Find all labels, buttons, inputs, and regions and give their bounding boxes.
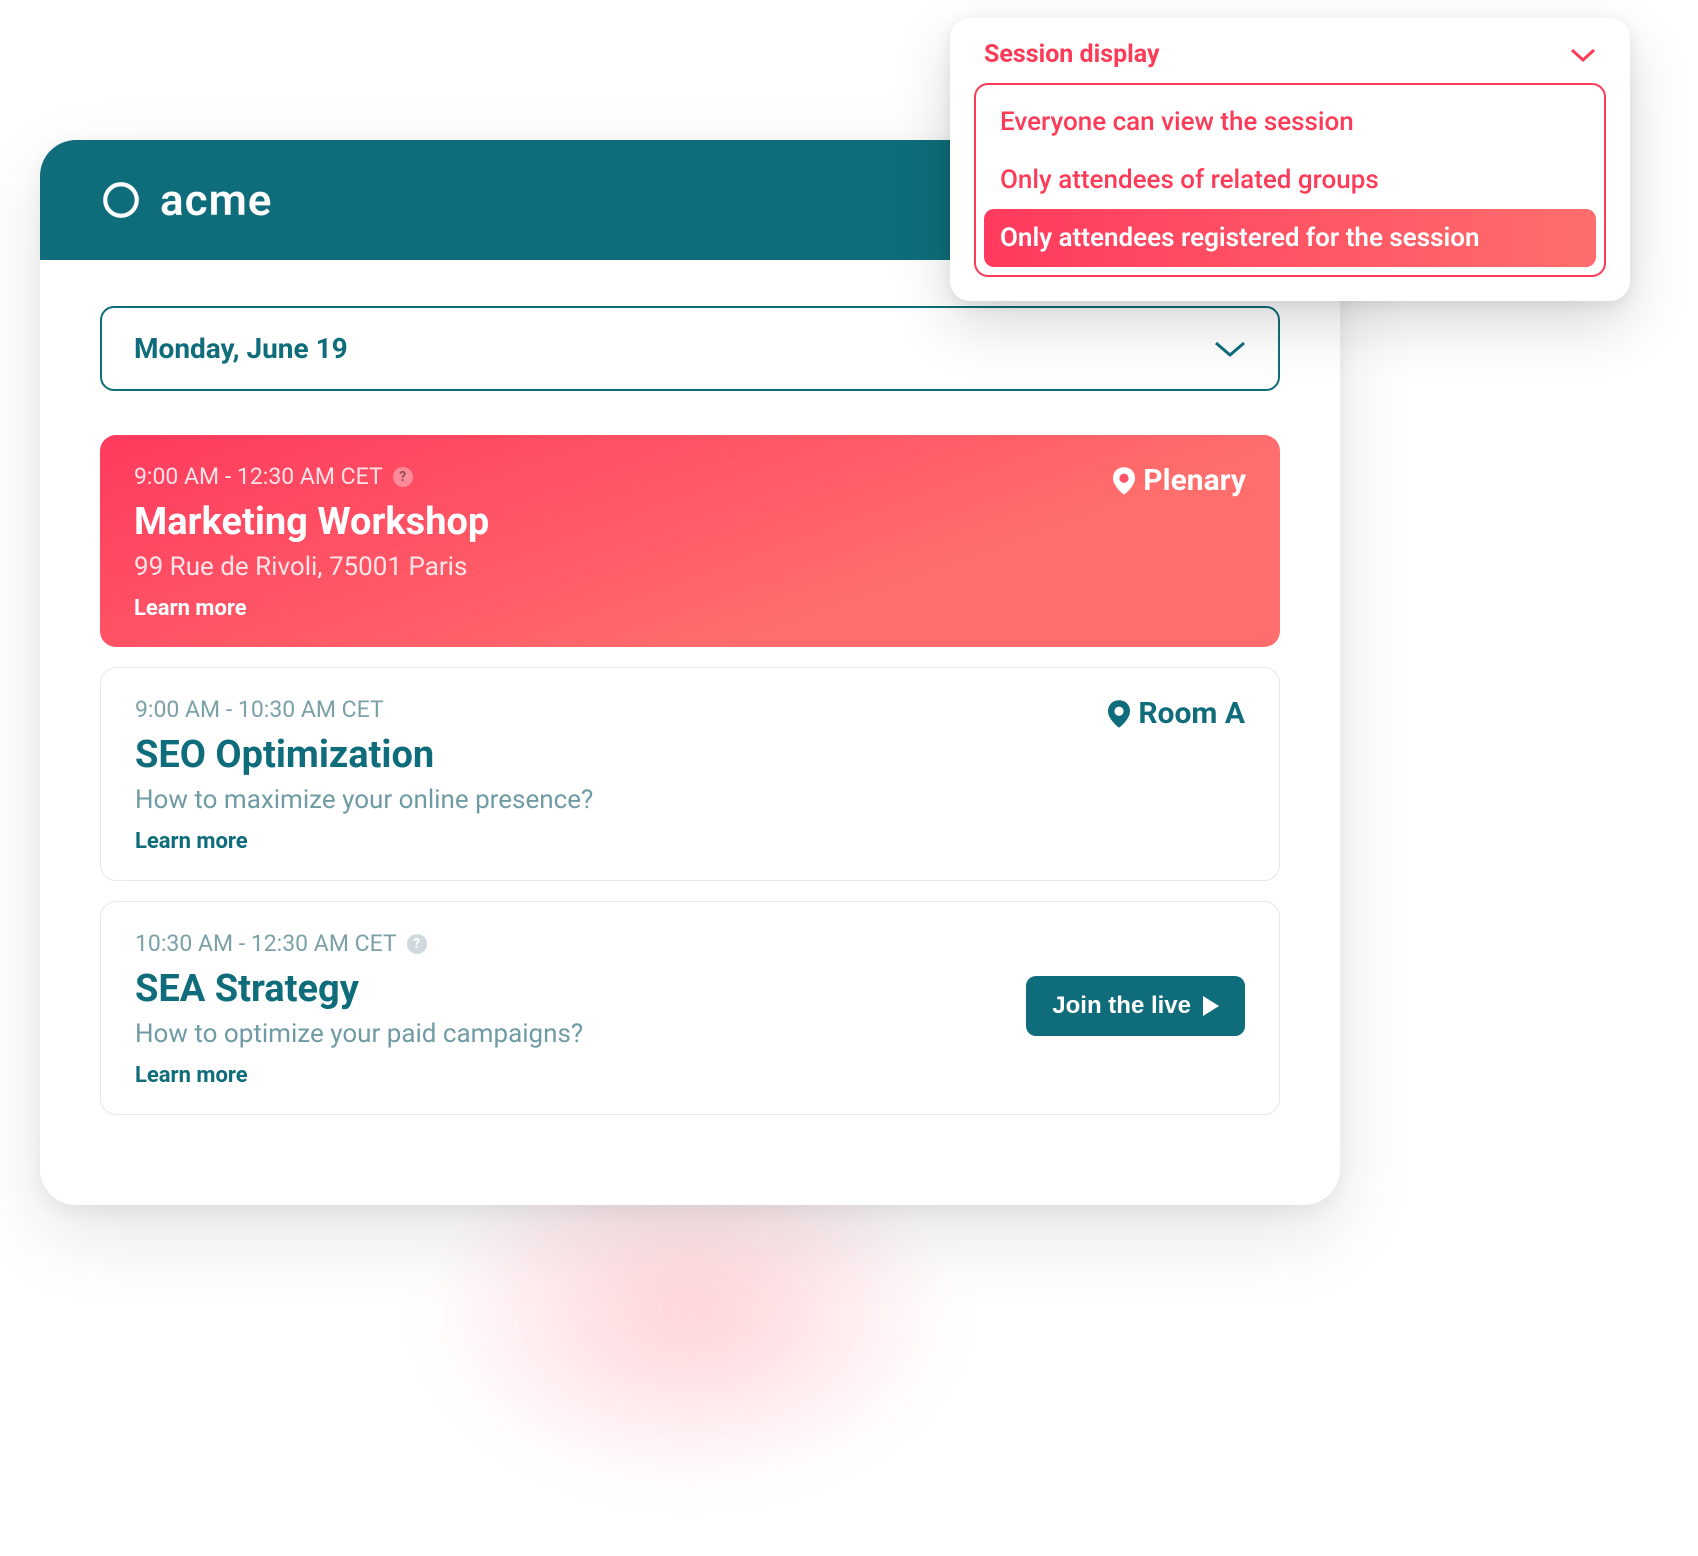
brand-name: acme (160, 174, 272, 226)
session-location: Room A (1108, 696, 1245, 731)
date-dropdown[interactable]: Monday, June 19 (100, 306, 1280, 391)
session-time: 9:00 AM - 10:30 AM CET (135, 696, 593, 723)
agenda-body: Monday, June 19 9:00 AM - 12:30 AM CET ?… (40, 260, 1340, 1205)
session-card[interactable]: 10:30 AM - 12:30 AM CET ? SEA Strategy H… (100, 901, 1280, 1115)
session-time: 10:30 AM - 12:30 AM CET ? (135, 930, 1245, 957)
learn-more-link[interactable]: Learn more (135, 829, 593, 854)
date-dropdown-label: Monday, June 19 (134, 332, 348, 365)
session-card[interactable]: 9:00 AM - 12:30 AM CET ? Marketing Works… (100, 435, 1280, 647)
session-display-header[interactable]: Session display (974, 40, 1606, 83)
session-subtitle: 99 Rue de Rivoli, 75001 Paris (134, 552, 489, 582)
session-display-option[interactable]: Only attendees of related groups (984, 151, 1596, 209)
session-card[interactable]: 9:00 AM - 10:30 AM CET SEO Optimization … (100, 667, 1280, 881)
session-time-text: 9:00 AM - 10:30 AM CET (135, 696, 384, 723)
help-icon[interactable]: ? (407, 934, 427, 954)
location-pin-icon (1108, 700, 1130, 728)
session-subtitle: How to maximize your online presence? (135, 785, 593, 815)
session-display-options: Everyone can view the session Only atten… (974, 83, 1606, 277)
session-display-dropdown: Session display Everyone can view the se… (950, 18, 1630, 301)
session-time: 9:00 AM - 12:30 AM CET ? (134, 463, 489, 490)
session-location-text: Plenary (1143, 463, 1246, 498)
help-icon[interactable]: ? (393, 467, 413, 487)
session-title: SEO Optimization (135, 733, 593, 777)
session-display-title: Session display (984, 40, 1160, 69)
session-display-option[interactable]: Everyone can view the session (984, 93, 1596, 151)
session-location: Plenary (1113, 463, 1246, 498)
session-time-text: 9:00 AM - 12:30 AM CET (134, 463, 383, 490)
session-title: Marketing Workshop (134, 500, 489, 544)
location-pin-icon (1113, 467, 1135, 495)
chevron-down-icon (1570, 47, 1596, 63)
join-live-button[interactable]: Join the live (1026, 976, 1245, 1036)
session-display-option[interactable]: Only attendees registered for the sessio… (984, 209, 1596, 267)
brand-logo-icon (100, 179, 142, 221)
session-location-text: Room A (1138, 696, 1245, 731)
session-time-text: 10:30 AM - 12:30 AM CET (135, 930, 397, 957)
play-icon (1203, 996, 1219, 1016)
chevron-down-icon (1214, 339, 1246, 359)
learn-more-link[interactable]: Learn more (134, 596, 489, 621)
learn-more-link[interactable]: Learn more (135, 1063, 1245, 1088)
join-live-label: Join the live (1052, 992, 1191, 1020)
